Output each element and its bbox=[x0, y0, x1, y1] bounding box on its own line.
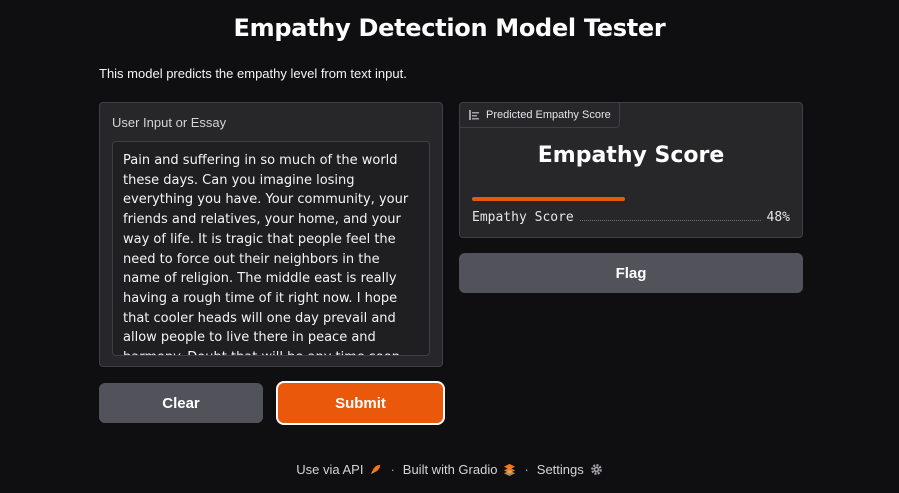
confidence-label: Empathy Score bbox=[472, 210, 574, 225]
app-root: Empathy Detection Model Tester This mode… bbox=[0, 0, 899, 493]
built-with-gradio-text: Built with Gradio bbox=[402, 462, 498, 477]
use-via-api-text: Use via API bbox=[296, 462, 364, 477]
built-with-gradio-link[interactable]: Built with Gradio bbox=[403, 462, 517, 477]
footer: Use via API · Built with Gradio · Settin… bbox=[0, 462, 899, 477]
confidence-row[interactable]: Empathy Score 48% bbox=[472, 207, 790, 225]
use-via-api-link[interactable]: Use via API bbox=[296, 462, 382, 477]
submit-button[interactable]: Submit bbox=[278, 383, 443, 423]
output-label-tag: Predicted Empathy Score bbox=[460, 103, 620, 128]
clear-button[interactable]: Clear bbox=[99, 383, 263, 423]
page-description: This model predicts the empathy level fr… bbox=[99, 66, 407, 81]
input-panel: User Input or Essay Pain and suffering i… bbox=[99, 102, 443, 367]
output-panel: Predicted Empathy Score Empathy Score Em… bbox=[459, 102, 803, 238]
gradio-logo-icon bbox=[504, 463, 516, 476]
input-label: User Input or Essay bbox=[112, 115, 227, 130]
output-label-text: Predicted Empathy Score bbox=[486, 109, 611, 121]
score-heading: Empathy Score bbox=[537, 143, 725, 168]
confidence-percent: 48% bbox=[766, 210, 790, 225]
page-title: Empathy Detection Model Tester bbox=[233, 14, 666, 42]
gear-icon bbox=[590, 464, 602, 475]
confidence-bar-fill bbox=[472, 197, 625, 201]
confidence-dots bbox=[579, 220, 761, 221]
flag-button[interactable]: Flag bbox=[459, 253, 803, 293]
essay-input[interactable]: Pain and suffering in so much of the wor… bbox=[112, 141, 430, 356]
label-icon bbox=[469, 110, 479, 120]
settings-text: Settings bbox=[536, 462, 584, 477]
settings-link[interactable]: Settings bbox=[537, 462, 603, 477]
confidence-bar-track bbox=[472, 197, 790, 201]
footer-separator: · bbox=[390, 462, 395, 477]
rocket-icon bbox=[371, 464, 381, 475]
footer-separator: · bbox=[524, 462, 529, 477]
